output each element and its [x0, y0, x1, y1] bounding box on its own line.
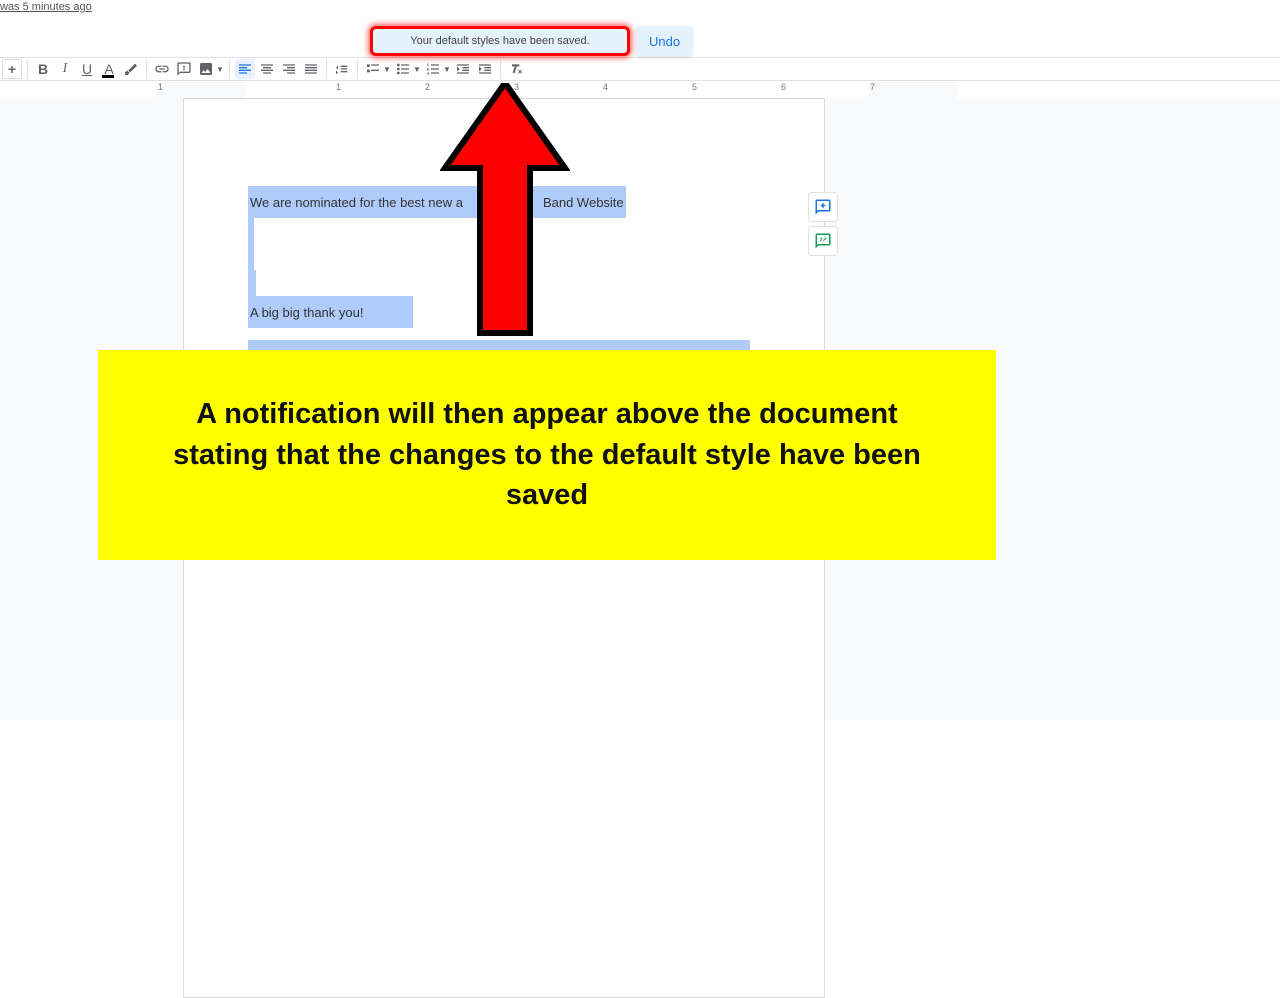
dropdown-icon[interactable]: ▼ [383, 65, 391, 74]
align-justify-button[interactable] [301, 59, 321, 79]
increase-indent-button[interactable] [475, 59, 495, 79]
undo-button[interactable]: Undo [637, 26, 692, 56]
separator [326, 60, 327, 78]
selected-text-line2[interactable]: A big big thank you! [248, 296, 413, 328]
selection-block [248, 270, 256, 296]
annotation-arrow [440, 83, 570, 343]
comment-button[interactable] [174, 59, 194, 79]
toolbar: + B I U A ▼ ▼ ▼ ▼ [0, 57, 1280, 81]
separator [27, 60, 28, 78]
italic-button[interactable]: I [55, 59, 75, 79]
bold-button[interactable]: B [33, 59, 53, 79]
ruler-mark: 7 [868, 82, 957, 98]
numbered-list-button[interactable] [423, 59, 443, 79]
ruler-mark: 5 [690, 82, 779, 98]
line2-text: A big big thank you! [250, 305, 363, 320]
notification-message: Your default styles have been saved. [410, 35, 589, 47]
highlight-button[interactable] [121, 59, 141, 79]
line1-before: We are nominated for the best new a [250, 195, 463, 210]
clear-formatting-button[interactable] [506, 59, 526, 79]
separator [146, 60, 147, 78]
ruler-mark: 4 [601, 82, 690, 98]
suggest-edits-button[interactable] [808, 226, 838, 256]
checklist-button[interactable] [363, 59, 383, 79]
caption-text: A notification will then appear above th… [158, 394, 936, 516]
ruler-mark: 1 [334, 82, 423, 98]
image-button[interactable] [196, 59, 216, 79]
side-panel [808, 192, 842, 256]
zoom-plus-button[interactable]: + [2, 59, 22, 79]
undo-label: Undo [649, 34, 680, 49]
align-left-button[interactable] [235, 59, 255, 79]
ruler-mark [245, 82, 334, 98]
ruler-mark: 1 [156, 82, 245, 98]
separator [500, 60, 501, 78]
line-spacing-button[interactable] [332, 59, 352, 79]
add-comment-button[interactable] [808, 192, 838, 222]
annotation-caption: A notification will then appear above th… [98, 350, 996, 560]
align-center-button[interactable] [257, 59, 277, 79]
status-text: was 5 minutes ago [0, 0, 1280, 16]
dropdown-icon[interactable]: ▼ [413, 65, 421, 74]
bulleted-list-button[interactable] [393, 59, 413, 79]
selection-block [248, 218, 254, 270]
separator [229, 60, 230, 78]
text-color-button[interactable]: A [99, 59, 119, 79]
underline-button[interactable]: U [77, 59, 97, 79]
separator [357, 60, 358, 78]
dropdown-icon[interactable]: ▼ [216, 65, 224, 74]
link-button[interactable] [152, 59, 172, 79]
dropdown-icon[interactable]: ▼ [443, 65, 451, 74]
styles-saved-notification: Your default styles have been saved. [370, 26, 630, 56]
align-right-button[interactable] [279, 59, 299, 79]
ruler-mark: 6 [779, 82, 868, 98]
decrease-indent-button[interactable] [453, 59, 473, 79]
ruler: 1 1 2 3 4 5 6 7 [0, 82, 1280, 98]
